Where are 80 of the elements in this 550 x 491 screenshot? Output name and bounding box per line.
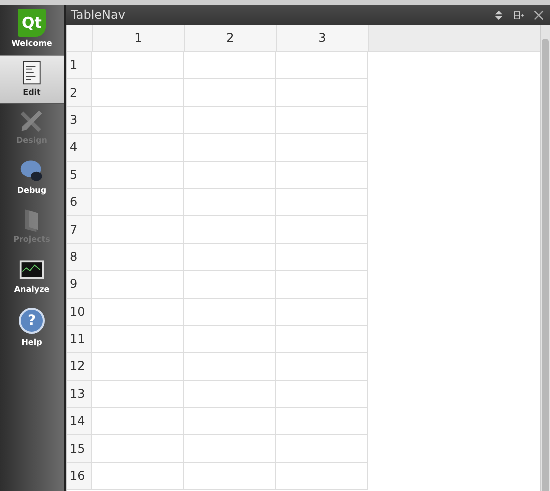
table-cell[interactable] bbox=[92, 52, 184, 80]
row-header[interactable]: 2 bbox=[67, 79, 92, 107]
table-cell[interactable] bbox=[276, 106, 368, 134]
table-cell[interactable] bbox=[184, 271, 276, 299]
column-header[interactable]: 2 bbox=[185, 25, 277, 51]
table-cell[interactable] bbox=[276, 435, 368, 463]
table-cell[interactable] bbox=[92, 162, 184, 189]
table-cell[interactable] bbox=[276, 380, 368, 408]
logo-icon: Qt bbox=[18, 9, 46, 37]
close-icon[interactable] bbox=[534, 10, 544, 20]
up-down-arrows-icon[interactable] bbox=[494, 10, 504, 20]
table-cell[interactable] bbox=[184, 326, 276, 354]
table-cell[interactable] bbox=[276, 298, 368, 326]
table-cell[interactable] bbox=[92, 298, 184, 326]
table-cell[interactable] bbox=[276, 52, 368, 80]
table-cell[interactable] bbox=[276, 134, 368, 162]
table-cell[interactable] bbox=[92, 435, 184, 463]
row-header[interactable]: 1 bbox=[67, 52, 92, 80]
row-header[interactable]: 11 bbox=[67, 326, 92, 354]
table-cell[interactable] bbox=[184, 244, 276, 272]
table-cell[interactable] bbox=[276, 188, 368, 216]
table-cell[interactable] bbox=[184, 188, 276, 216]
table-cell[interactable] bbox=[184, 106, 276, 134]
table-cell[interactable] bbox=[276, 79, 368, 107]
table-cell[interactable] bbox=[184, 462, 276, 490]
scrollbar[interactable] bbox=[540, 25, 550, 491]
table-cell[interactable] bbox=[184, 435, 276, 463]
table-cell[interactable] bbox=[92, 188, 184, 216]
row-header[interactable]: 3 bbox=[67, 106, 92, 134]
mode-button[interactable]: Analyze bbox=[0, 252, 64, 302]
table-cell[interactable] bbox=[92, 134, 184, 162]
table-cell[interactable] bbox=[92, 106, 184, 134]
mode-button[interactable]: ? Help bbox=[0, 302, 64, 352]
table-cell[interactable] bbox=[276, 326, 368, 354]
row-header[interactable]: 16 bbox=[67, 462, 92, 490]
table-cell[interactable] bbox=[184, 216, 276, 244]
row-header[interactable]: 9 bbox=[67, 271, 92, 299]
table-cell[interactable] bbox=[184, 79, 276, 107]
scroll-thumb[interactable] bbox=[542, 39, 549, 491]
table-cell[interactable] bbox=[184, 134, 276, 162]
split-icon[interactable] bbox=[514, 10, 524, 20]
column-header[interactable]: 1 bbox=[93, 25, 185, 51]
table-cell[interactable] bbox=[92, 353, 184, 381]
table-cell[interactable] bbox=[276, 353, 368, 381]
table-cell[interactable] bbox=[184, 298, 276, 326]
table-cell[interactable] bbox=[184, 353, 276, 381]
table-cell[interactable] bbox=[92, 408, 184, 436]
row-header[interactable]: 15 bbox=[67, 435, 92, 463]
row-header[interactable]: 10 bbox=[67, 298, 92, 326]
table-cell[interactable] bbox=[92, 326, 184, 354]
row-header[interactable]: 12 bbox=[67, 353, 92, 381]
table-cell[interactable] bbox=[92, 244, 184, 272]
table-cell[interactable] bbox=[184, 408, 276, 436]
row-header[interactable]: 5 bbox=[67, 162, 92, 189]
table-cell[interactable] bbox=[276, 408, 368, 436]
table-cell[interactable] bbox=[184, 52, 276, 80]
table-cell[interactable] bbox=[92, 79, 184, 107]
row-header[interactable]: 13 bbox=[67, 380, 92, 408]
table-cell[interactable] bbox=[92, 271, 184, 299]
mode-button[interactable]: Qt Welcome bbox=[0, 5, 64, 54]
help-icon: ? bbox=[19, 308, 45, 334]
table-cell[interactable] bbox=[276, 271, 368, 299]
row-header[interactable]: 8 bbox=[67, 244, 92, 272]
mode-button[interactable]: Edit bbox=[0, 54, 64, 104]
table-cell[interactable] bbox=[184, 162, 276, 189]
row-header[interactable]: 14 bbox=[67, 408, 92, 436]
pencil-ruler-icon bbox=[19, 108, 45, 134]
table-cell[interactable] bbox=[276, 216, 368, 244]
row-header[interactable]: 4 bbox=[67, 134, 92, 162]
row-header[interactable]: 6 bbox=[67, 188, 92, 216]
table-cell[interactable] bbox=[92, 216, 184, 244]
window-title: TableNav bbox=[71, 8, 126, 22]
table-cell[interactable] bbox=[184, 380, 276, 408]
table-cell[interactable] bbox=[92, 380, 184, 408]
mode-button[interactable]: Debug bbox=[0, 154, 64, 203]
row-header[interactable]: 7 bbox=[67, 216, 92, 244]
table-cell[interactable] bbox=[276, 162, 368, 189]
table-cell[interactable] bbox=[276, 462, 368, 490]
table-cell[interactable] bbox=[276, 244, 368, 272]
table-cell[interactable] bbox=[92, 462, 184, 490]
